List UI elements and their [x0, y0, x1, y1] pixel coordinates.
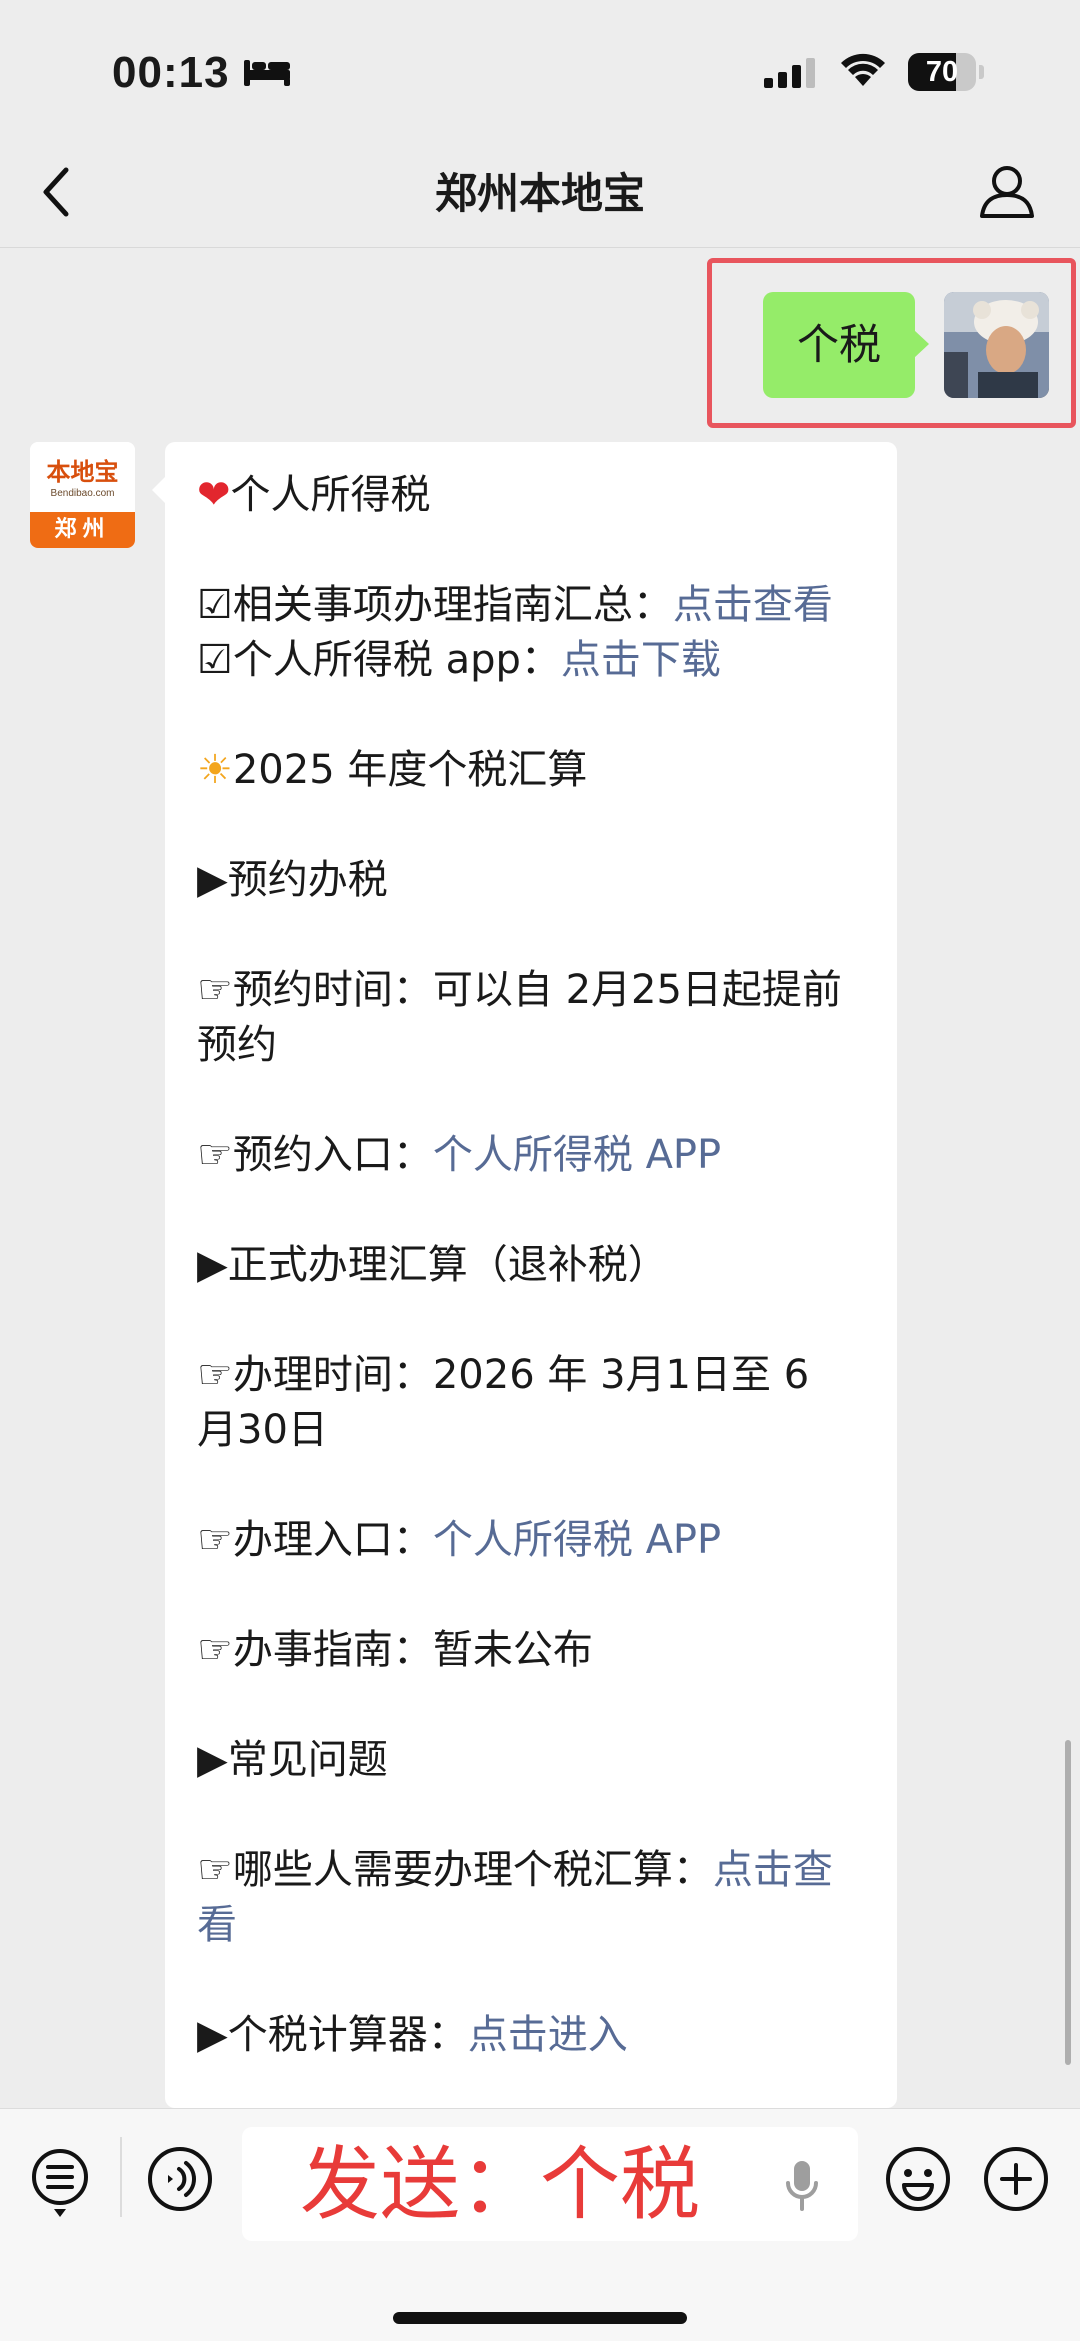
reply-heading: ❤个人所得税	[197, 472, 431, 518]
battery-percentage: 70	[925, 56, 959, 88]
formal-time: ☞办理时间：2026 年 3月1日至 6 月30日	[197, 1352, 822, 1453]
appointment-title: ▶预约办税	[197, 857, 388, 903]
scrollbar[interactable]	[1065, 1740, 1071, 2065]
guide-status: ☞办事指南：暂未公布	[197, 1627, 593, 1673]
input-bar: 发送：个税	[0, 2108, 1080, 2341]
status-bar: 00:13 70	[0, 0, 1080, 140]
formal-entry: ☞办理入口：个人所得税 APP	[197, 1517, 722, 1563]
formal-entry-link[interactable]: 个人所得税 APP	[433, 1517, 721, 1563]
official-account-avatar[interactable]: 本地宝 Bendibao.com 郑州	[30, 442, 135, 548]
avatar-brand-text: 本地宝	[46, 458, 119, 486]
user-avatar[interactable]	[944, 292, 1049, 398]
home-indicator	[393, 2312, 687, 2324]
app-download-link[interactable]: 点击下载	[561, 637, 721, 683]
chat-title: 郑州本地宝	[434, 169, 645, 218]
calculator-link[interactable]: 点击进入	[468, 2012, 628, 2058]
checkbox-icon: ☑	[197, 637, 233, 683]
plus-icon[interactable]	[982, 2145, 1050, 2213]
checkbox-icon: ☑	[197, 582, 233, 628]
appointment-entry: ☞预约入口：个人所得税 APP	[197, 1132, 722, 1178]
input-divider	[120, 2137, 122, 2217]
appointment-entry-link[interactable]: 个人所得税 APP	[433, 1132, 721, 1178]
reply-message-bubble: ❤个人所得税 ☑相关事项办理指南汇总：点击查看 ☑个人所得税 app：点击下载 …	[165, 442, 897, 2108]
status-time: 00:13	[112, 48, 230, 97]
guide-line: ☑相关事项办理指南汇总：点击查看	[197, 582, 833, 628]
cell-signal-icon	[764, 58, 815, 88]
person-icon[interactable]	[978, 162, 1036, 220]
faq-question: ☞哪些人需要办理个税汇算：点击查看	[197, 1847, 833, 1948]
faq-title: ▶常见问题	[197, 1737, 388, 1783]
nav-bar: 郑州本地宝	[0, 140, 1080, 248]
battery-indicator: 70	[908, 53, 984, 91]
calculator-line: ▶个税计算器：点击进入	[197, 2012, 628, 2058]
heart-icon: ❤	[197, 472, 231, 518]
voice-input-icon[interactable]	[146, 2145, 214, 2213]
appointment-time: ☞预约时间：可以自 2月25日起提前预约	[197, 967, 842, 1068]
sent-message-bubble[interactable]: 个税	[763, 292, 929, 398]
microphone-icon[interactable]	[782, 2157, 822, 2213]
message-input-value: 发送：个税	[300, 2138, 700, 2231]
section-title: ☀2025 年度个税汇算	[197, 747, 588, 793]
avatar-city-text: 郑州	[30, 512, 135, 548]
avatar-site-text: Bendibao.com	[50, 488, 115, 499]
app-line: ☑个人所得税 app：点击下载	[197, 637, 721, 683]
menu-list-icon[interactable]	[26, 2145, 94, 2225]
emoji-icon[interactable]	[884, 2145, 952, 2213]
sun-icon: ☀	[197, 747, 233, 793]
message-input[interactable]: 发送：个税	[242, 2127, 858, 2241]
formal-title: ▶正式办理汇算（退补税）	[197, 1242, 668, 1288]
guide-link[interactable]: 点击查看	[673, 582, 833, 628]
wifi-icon	[841, 53, 885, 86]
sleep-bed-icon	[244, 60, 290, 86]
